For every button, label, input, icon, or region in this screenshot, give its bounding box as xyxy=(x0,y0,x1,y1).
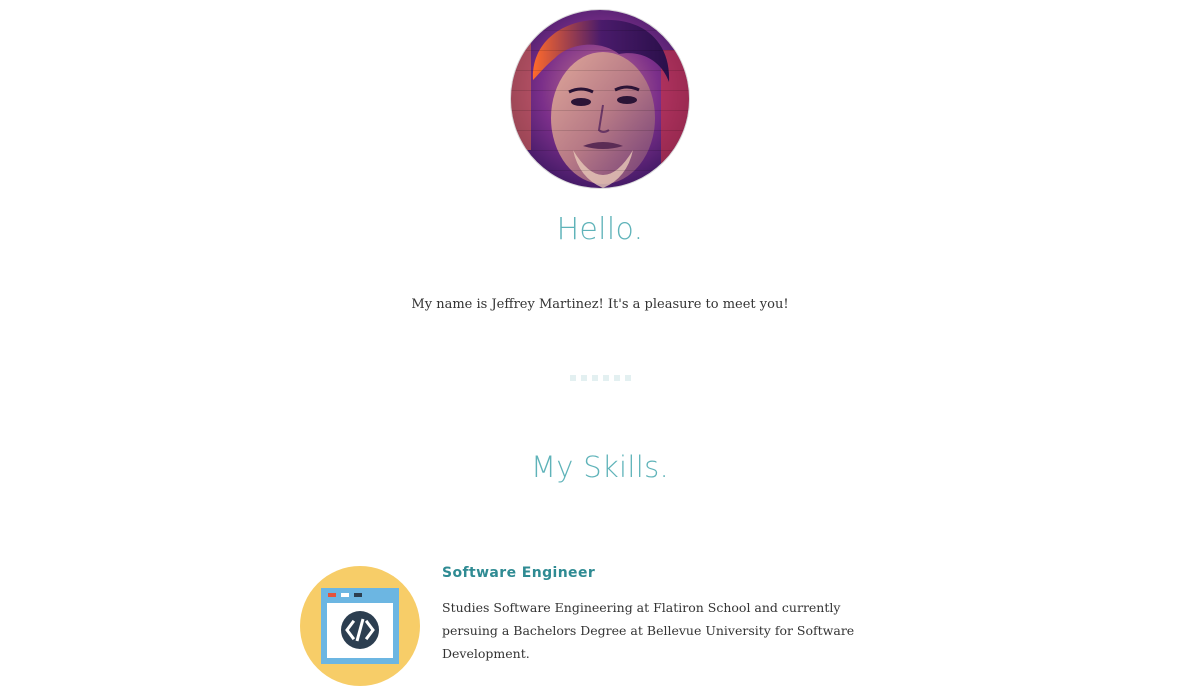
skills-heading: My Skills. xyxy=(530,450,670,484)
skill-description: Studies Software Engineering at Flatiron… xyxy=(442,600,855,661)
profile-avatar xyxy=(511,10,689,188)
skill-title: Software Engineer xyxy=(442,565,596,581)
section-divider xyxy=(570,375,631,381)
divider-dot xyxy=(603,375,609,381)
divider-dot xyxy=(570,375,576,381)
divider-dot xyxy=(592,375,598,381)
divider-dot xyxy=(625,375,631,381)
divider-dot xyxy=(581,375,587,381)
intro-text: My name is Jeffrey Martinez! It's a plea… xyxy=(411,297,789,312)
code-window-icon xyxy=(300,566,420,686)
divider-dot xyxy=(614,375,620,381)
hello-heading: Hello. xyxy=(556,212,644,247)
avatar-image xyxy=(511,10,689,188)
